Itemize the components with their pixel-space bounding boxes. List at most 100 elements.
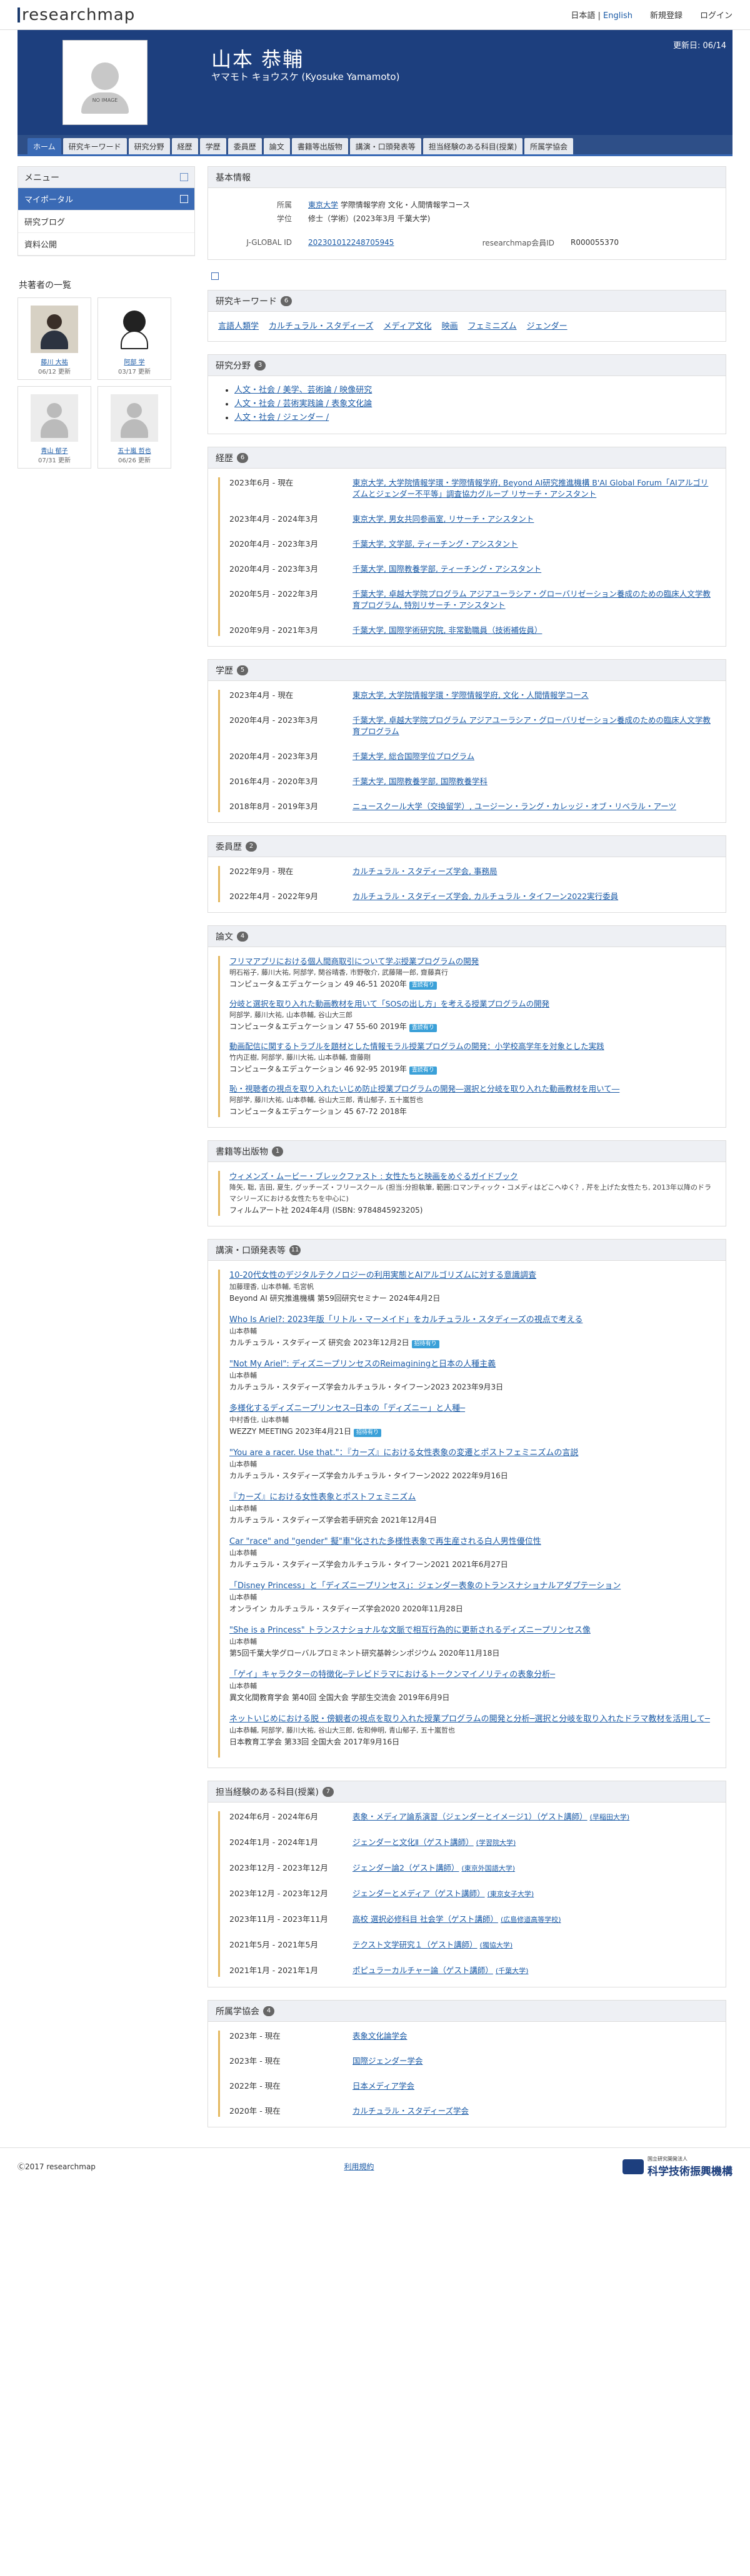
publication-title[interactable]: 「Disney Princess」と「ディズニープリンセス」：ジェンダー表象のト… xyxy=(229,1581,621,1591)
item-link[interactable]: 東京大学, 大学院情報学環・学際情報学府, 文化・人間情報学コース xyxy=(352,690,589,700)
item-link[interactable]: カルチュラル・スタディーズ学会, 事務局 xyxy=(352,867,497,876)
coauthor-card[interactable]: 五十嵐 哲也 06/26 更新 xyxy=(98,386,171,469)
item-date: 2022年4月 - 2022年9月 xyxy=(229,892,318,901)
item-link[interactable]: ジェンダーと文化Ⅱ（ゲスト講師） xyxy=(352,1838,474,1847)
coauthor-card[interactable]: 青山 郁子 07/31 更新 xyxy=(18,386,91,469)
field-link[interactable]: 人文・社会 / 芸術実践論 / 表象文化論 xyxy=(234,399,372,409)
sidebar-item-blog[interactable]: 研究ブログ xyxy=(18,211,194,233)
publication-authors: 中村香住, 山本恭輔 xyxy=(229,1416,289,1424)
field-link[interactable]: 人文・社会 / ジェンダー / xyxy=(234,413,329,422)
item-org[interactable]: (千葉大学) xyxy=(496,1967,529,1975)
publication-source: Beyond AI 研究推進機構 第59回研究セミナー 2024年4月2日 xyxy=(229,1294,441,1303)
jst-logo[interactable]: 国立研究開発法人 科学技術振興機構 xyxy=(622,2156,732,2178)
keyword-link[interactable]: 言語人類学 xyxy=(218,319,259,331)
tab-career[interactable]: 経歴 xyxy=(171,138,198,154)
item-link[interactable]: 千葉大学, 卓越大学院プログラム アジアユーラシア・グローバリゼーション養成のた… xyxy=(352,715,711,736)
publication-title[interactable]: ネットいじめにおける脱・傍観者の視点を取り入れた授業プログラムの開発と分析─選択… xyxy=(229,1714,710,1724)
publication-title[interactable]: Car "race" and "gender" 擬"車"化された多様性表象で再生… xyxy=(229,1537,541,1546)
item-date: 2020年4月 - 2023年3月 xyxy=(229,539,318,549)
lang-en-link[interactable]: English xyxy=(603,11,632,21)
publication-title[interactable]: 動画配信に関するトラブルを題材とした情報モラル授業プログラムの開発：小学校高学年… xyxy=(229,1042,604,1051)
item-org[interactable]: (学習院大学) xyxy=(476,1839,516,1847)
item-org[interactable]: (早稲田大学) xyxy=(590,1813,630,1821)
keyword-link[interactable]: カルチュラル・スタディーズ xyxy=(269,319,373,331)
publication-title[interactable]: 分岐と選択を取り入れた動画教材を用いて「SOSの出し方」を考える授業プログラムの… xyxy=(229,999,549,1008)
item-link[interactable]: ジェンダーとメディア（ゲスト講師） xyxy=(352,1889,485,1898)
publication-authors: 山本恭輔 xyxy=(229,1371,257,1380)
item-link[interactable]: ジェンダー論2（ゲスト講師） xyxy=(352,1863,459,1872)
site-logo[interactable]: researchmap xyxy=(18,6,135,24)
books-section: 書籍等出版物 1 ウィメンズ・ムービー・ブレックファスト : 女性たちと映画をめぐ… xyxy=(208,1140,726,1226)
item-link[interactable]: ニュースクール大学（交換留学）, ユージーン・ラング・カレッジ・オブ・リベラル・… xyxy=(352,802,676,811)
keyword-link[interactable]: フェミニズム xyxy=(468,319,517,331)
item-link[interactable]: 国際ジェンダー学会 xyxy=(352,2056,423,2066)
keyword-link[interactable]: メディア文化 xyxy=(383,319,431,331)
item-link[interactable]: 千葉大学, 国際教養学部, ティーチング・アシスタント xyxy=(352,564,541,574)
item-org[interactable]: (東京女子大学) xyxy=(488,1890,534,1898)
keyword-link[interactable]: 映画 xyxy=(442,319,458,331)
item-link[interactable]: 日本メディア学会 xyxy=(352,2081,414,2091)
publication-authors: 明石裕子, 藤川大祐, 阿部学, 関谷晴香, 市野敬介, 武藤陽一郎, 齋藤真行 xyxy=(229,968,448,977)
publication-title[interactable]: Who Is Ariel?: 2023年版「リトル・マーメイド」をカルチュラル・… xyxy=(229,1315,582,1325)
affiliation-link[interactable]: 東京大学 xyxy=(308,201,338,209)
publication-title[interactable]: 『カーズ』における女性表象とポストフェミニズム xyxy=(229,1493,416,1502)
tab-fields[interactable]: 研究分野 xyxy=(128,138,170,154)
tab-presentations[interactable]: 講演・口頭発表等 xyxy=(349,138,421,154)
coauthor-card[interactable]: 阿部 学 03/17 更新 xyxy=(98,297,171,380)
timeline-item: 2022年 - 現在 日本メディア学会 xyxy=(218,2081,716,2092)
terms-link[interactable]: 利用規約 xyxy=(344,2161,374,2172)
publication-title[interactable]: "She is a Princess" トランスナショナルな文脈で相互行為的に更… xyxy=(229,1626,591,1635)
item-link[interactable]: 表象文化論学会 xyxy=(352,2031,408,2041)
publication-title[interactable]: 10-20代女性のデジタルテクノロジーの利用実態とAIアルゴリズムに対する意識調… xyxy=(229,1271,536,1280)
publication-title[interactable]: 恥・視聴者の視点を取り入れたいじめ防止授業プログラムの開発―選択と分岐を取り入れ… xyxy=(229,1084,619,1093)
tab-home[interactable]: ホーム xyxy=(28,138,61,154)
expand-all-icon[interactable] xyxy=(211,272,219,280)
item-date: 2020年4月 - 2023年3月 xyxy=(229,715,318,725)
item-org[interactable]: (広島修道高等学校) xyxy=(501,1916,561,1924)
collapse-icon[interactable] xyxy=(180,173,188,181)
tab-keywords[interactable]: 研究キーワード xyxy=(62,138,127,154)
publication-authors: 山本恭輔 xyxy=(229,1682,257,1690)
publication-title[interactable]: 「ゲイ」キャラクターの特徴化─テレビドラマにおけるトークンマイノリティの表象分析… xyxy=(229,1670,555,1679)
item-link[interactable]: カルチュラル・スタディーズ学会 xyxy=(352,2106,469,2116)
publication-source: カルチュラル・スタディーズ学会若手研究会 2021年12月4日 xyxy=(229,1516,437,1524)
publication-title[interactable]: 多様化するディズニープリンセス─日本の「ディズニー」と人種─ xyxy=(229,1404,465,1413)
item-org[interactable]: (獨協大学) xyxy=(480,1941,513,1949)
item-link[interactable]: 千葉大学, 文学部, ティーチング・アシスタント xyxy=(352,539,518,549)
field-link[interactable]: 人文・社会 / 美学、芸術論 / 映像研究 xyxy=(234,385,372,395)
tab-education[interactable]: 学歴 xyxy=(199,138,226,154)
publication-title[interactable]: ウィメンズ・ムービー・ブレックファスト : 女性たちと映画をめぐるガイドブック xyxy=(229,1171,518,1181)
sidebar-item-materials[interactable]: 資料公開 xyxy=(18,233,194,256)
item-link[interactable]: 表象・メディア論系演習（ジェンダーとイメージ1）（ゲスト講師） xyxy=(352,1812,588,1821)
tab-papers[interactable]: 論文 xyxy=(263,138,290,154)
lang-ja-link[interactable]: 日本語 xyxy=(571,11,595,21)
item-org[interactable]: (東京外国語大学) xyxy=(461,1864,515,1872)
item-link[interactable]: テクスト文学研究１（ゲスト講師） xyxy=(352,1940,478,1949)
item-link[interactable]: 千葉大学, 国際教養学部, 国際教養学科 xyxy=(352,777,488,786)
timeline-item: 2016年4月 - 2020年3月 千葉大学, 国際教養学部, 国際教養学科 xyxy=(218,776,716,787)
item-link[interactable]: 高校 選択必修科目 社会学（ゲスト講師） xyxy=(352,1914,498,1924)
tab-committee[interactable]: 委員歴 xyxy=(228,138,262,154)
publication-title[interactable]: フリマアプリにおける個人間商取引について学ぶ授業プログラムの開発 xyxy=(229,957,479,966)
tab-courses[interactable]: 担当経験のある科目(授業) xyxy=(422,138,523,154)
item-link[interactable]: 千葉大学, 卓越大学院プログラム アジアユーラシア・グローバリゼーション養成のた… xyxy=(352,589,711,610)
item-link[interactable]: ポピュラーカルチャー論（ゲスト講師） xyxy=(352,1966,493,1975)
item-link[interactable]: 東京大学, 大学院情報学環・学際情報学府, Beyond AI研究推進機構 B'… xyxy=(352,478,708,499)
login-link[interactable]: ログイン xyxy=(700,9,732,21)
item-link[interactable]: 東京大学, 男女共同参画室, リサーチ・アシスタント xyxy=(352,514,534,524)
item-link[interactable]: カルチュラル・スタディーズ学会, カルチュラル・タイフーン2022実行委員 xyxy=(352,892,618,901)
item-link[interactable]: 千葉大学, 総合国際学位プログラム xyxy=(352,752,474,761)
publication-title[interactable]: "You are a racer. Use that."：『カーズ』における女性… xyxy=(229,1448,578,1458)
register-link[interactable]: 新規登録 xyxy=(650,9,682,21)
coauthor-card[interactable]: 藤川 大祐 06/12 更新 xyxy=(18,297,91,380)
item-link[interactable]: 千葉大学, 国際学術研究院, 非常勤職員（技術補佐員） xyxy=(352,625,542,635)
publication-title[interactable]: "Not My Ariel": ディズニープリンセスのReimaginingと日… xyxy=(229,1360,496,1369)
societies-section: 所属学協会 4 2023年 - 現在 表象文化論学会 2023年 - 現在 国際ジェンダ… xyxy=(208,2000,726,2127)
keyword-link[interactable]: ジェンダー xyxy=(527,319,568,331)
jglobal-link[interactable]: 202301012248705945 xyxy=(308,238,471,248)
tab-societies[interactable]: 所属学協会 xyxy=(524,138,574,154)
timeline-item: 2023年12月 - 2023年12月 ジェンダーとメディア（ゲスト講師） (東京女… xyxy=(218,1888,716,1900)
timeline-item: 2020年5月 - 2022年3月 千葉大学, 卓越大学院プログラム アジアユーラ… xyxy=(218,589,716,611)
sidebar-item-myportal[interactable]: マイポータル xyxy=(18,188,194,211)
tab-books[interactable]: 書籍等出版物 xyxy=(291,138,348,154)
